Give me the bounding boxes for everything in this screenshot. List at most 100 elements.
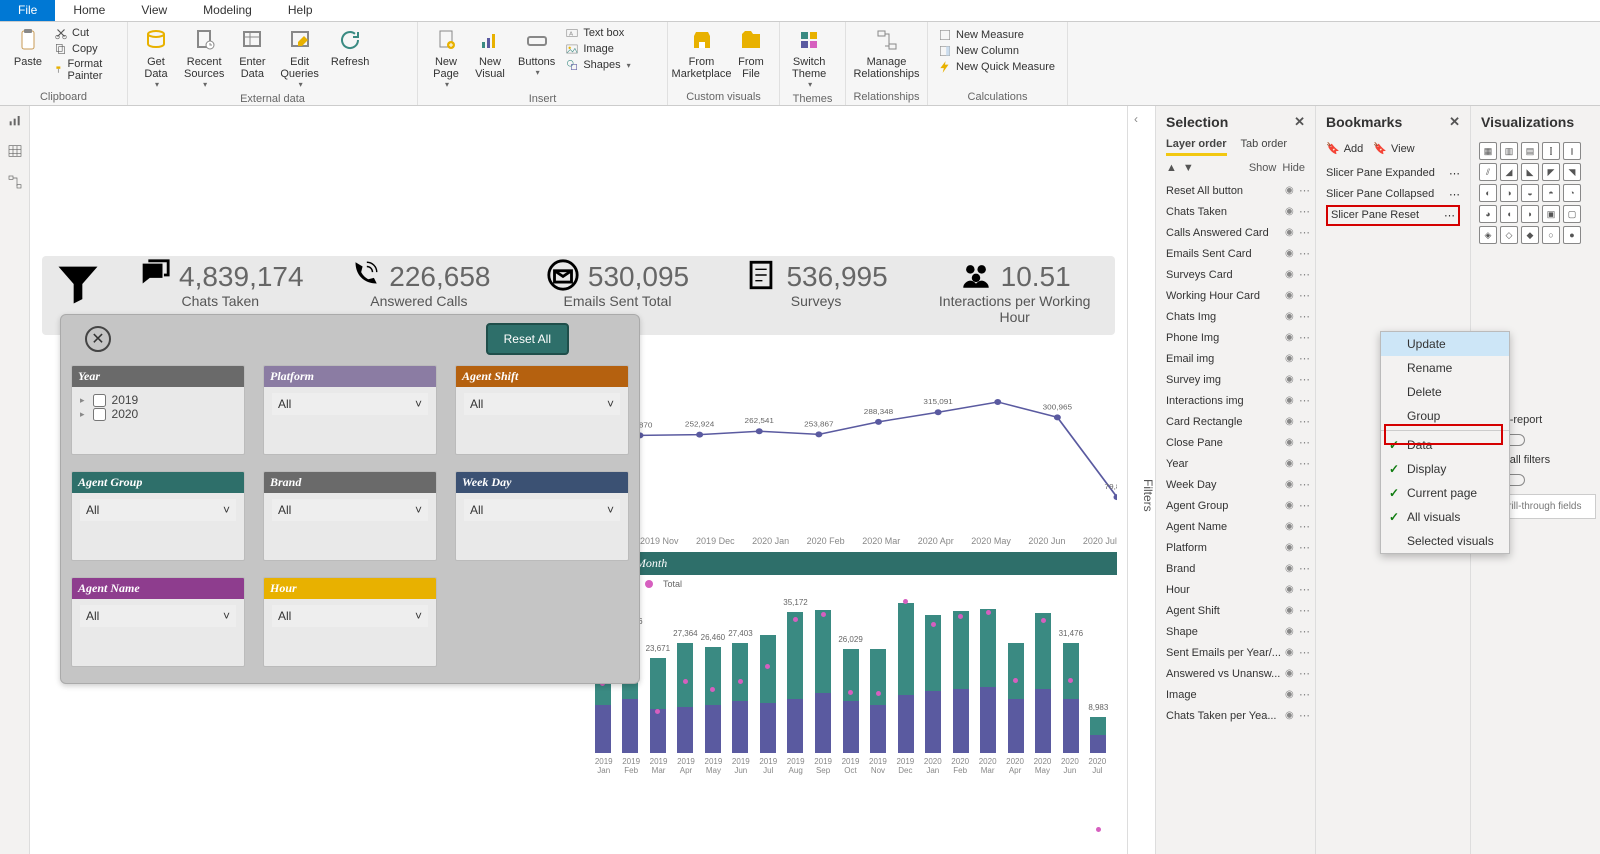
new-page-button[interactable]: New Page [424,24,468,91]
more-icon[interactable]: ⋯ [1299,688,1313,701]
more-icon[interactable]: ⋯ [1299,226,1313,239]
viz-type-icon[interactable]: ○ [1542,226,1560,244]
more-icon[interactable]: ⋯ [1299,205,1313,218]
viz-type-icon[interactable]: ◔ [1563,184,1581,202]
viz-type-icon[interactable]: ◆ [1521,226,1539,244]
bookmark-add-button[interactable]: 🔖Add [1326,142,1363,155]
reset-button[interactable]: Reset All [486,323,569,355]
edit-queries-button[interactable]: Edit Queries [274,24,325,91]
visibility-icon[interactable]: ◉ [1285,353,1299,364]
bar-column[interactable] [1003,643,1029,753]
bar-column[interactable]: 31,476 [1058,643,1084,753]
visibility-icon[interactable]: ◉ [1285,269,1299,280]
context-menu-item[interactable]: Display [1381,457,1509,481]
model-view-icon[interactable] [7,174,23,193]
bar-column[interactable] [1031,613,1057,753]
more-icon[interactable]: ⋯ [1299,394,1313,407]
more-icon[interactable]: ⋯ [1299,184,1313,197]
selection-item[interactable]: Agent Group◉⋯ [1166,495,1313,516]
slicer-dropdown[interactable]: All˅ [464,499,620,521]
selection-item[interactable]: Platform◉⋯ [1166,537,1313,558]
viz-type-icon[interactable]: ◣ [1521,163,1539,181]
slicer-dropdown[interactable]: All˅ [80,499,236,521]
tab-layer-order[interactable]: Layer order [1166,138,1227,156]
viz-type-icon[interactable]: ▦ [1479,142,1497,160]
from-marketplace-button[interactable]: From Marketplace [674,24,729,82]
selection-item[interactable]: Interactions img◉⋯ [1166,390,1313,411]
report-view-icon[interactable] [7,112,23,131]
visibility-icon[interactable]: ◉ [1285,605,1299,616]
close-icon[interactable]: ✕ [1449,114,1460,130]
new-quick-measure-button[interactable]: New Quick Measure [938,60,1055,74]
tab-tab-order[interactable]: Tab order [1241,138,1287,156]
more-icon[interactable]: ⋯ [1299,520,1313,533]
visibility-icon[interactable]: ◉ [1285,479,1299,490]
more-icon[interactable]: ⋯ [1299,352,1313,365]
selection-item[interactable]: Brand◉⋯ [1166,558,1313,579]
slicer-option[interactable]: ▸ 2020 [80,407,236,421]
kpi-card[interactable]: 536,995Surveys [726,258,907,325]
filters-pane-collapsed[interactable]: ‹ Filters [1127,106,1155,854]
bar-column[interactable]: 27,403 [728,643,754,753]
visibility-icon[interactable]: ◉ [1285,311,1299,322]
visibility-icon[interactable]: ◉ [1285,206,1299,217]
from-file-button[interactable]: From File [729,24,773,82]
more-icon[interactable]: ⋯ [1299,583,1313,596]
visibility-icon[interactable]: ◉ [1285,563,1299,574]
close-icon[interactable]: ✕ [85,326,111,352]
visibility-icon[interactable]: ◉ [1285,395,1299,406]
more-icon[interactable]: ⋯ [1299,268,1313,281]
show-button[interactable]: Show [1249,162,1277,174]
visibility-icon[interactable]: ◉ [1285,584,1299,595]
bookmark-item[interactable]: Slicer Pane Expanded⋯ [1326,163,1460,184]
slicer-option[interactable]: ▸ 2019 [80,393,236,407]
more-icon[interactable]: ⋯ [1299,247,1313,260]
more-icon[interactable]: ⋯ [1299,562,1313,575]
slicer-dropdown[interactable]: All˅ [464,393,620,415]
more-icon[interactable]: ⋯ [1299,436,1313,449]
slicer-dropdown[interactable]: All˅ [272,499,428,521]
context-menu-item[interactable]: Data [1381,433,1509,457]
more-icon[interactable]: ⋯ [1449,167,1460,180]
more-icon[interactable]: ⋯ [1299,541,1313,554]
more-icon[interactable]: ⋯ [1299,709,1313,722]
viz-type-icon[interactable]: ◑ [1500,184,1518,202]
visibility-icon[interactable]: ◉ [1285,290,1299,301]
bookmark-view-button[interactable]: 🔖View [1373,142,1414,155]
context-menu-item[interactable]: Update [1381,332,1509,356]
viz-type-icon[interactable]: ◗ [1521,205,1539,223]
viz-type-icon[interactable]: ◒ [1521,184,1539,202]
format-painter-button[interactable]: Format Painter [54,58,117,82]
selection-item[interactable]: Reset All button◉⋯ [1166,180,1313,201]
more-icon[interactable]: ⋯ [1299,310,1313,323]
bar-column[interactable]: 27,364 [673,643,699,753]
more-icon[interactable]: ⋯ [1299,457,1313,470]
new-visual-button[interactable]: New Visual [468,24,512,82]
visibility-icon[interactable]: ◉ [1285,185,1299,196]
context-menu-item[interactable]: Group [1381,404,1509,428]
selection-item[interactable]: Week Day◉⋯ [1166,474,1313,495]
move-down-icon[interactable]: ▼ [1183,162,1194,174]
selection-item[interactable]: Phone Img◉⋯ [1166,327,1313,348]
close-icon[interactable]: ✕ [1294,114,1305,130]
more-icon[interactable]: ⋯ [1299,499,1313,512]
more-icon[interactable]: ⋯ [1299,604,1313,617]
slicer[interactable]: PlatformAll˅ [263,365,437,455]
visibility-icon[interactable]: ◉ [1285,626,1299,637]
slicer[interactable]: Year▸ 2019▸ 2020 [71,365,245,455]
selection-item[interactable]: Chats Img◉⋯ [1166,306,1313,327]
selection-item[interactable]: Close Pane◉⋯ [1166,432,1313,453]
bar-column[interactable]: 26,460 [700,647,726,753]
bar-column[interactable] [755,635,781,753]
line-chart[interactable]: 50,870252,924262,541253,867288,348315,09… [640,396,1117,546]
visibility-icon[interactable]: ◉ [1285,227,1299,238]
move-up-icon[interactable]: ▲ [1166,162,1177,174]
more-icon[interactable]: ⋯ [1299,667,1313,680]
kpi-card[interactable]: 10.51Interactions per Working Hour [924,258,1105,325]
visibility-icon[interactable]: ◉ [1285,374,1299,385]
slicer[interactable]: HourAll˅ [263,577,437,667]
more-icon[interactable]: ⋯ [1299,289,1313,302]
bar-column[interactable] [865,649,891,753]
bar-column[interactable]: 26,029 [838,649,864,753]
manage-relationships-button[interactable]: Manage Relationships [852,24,921,82]
